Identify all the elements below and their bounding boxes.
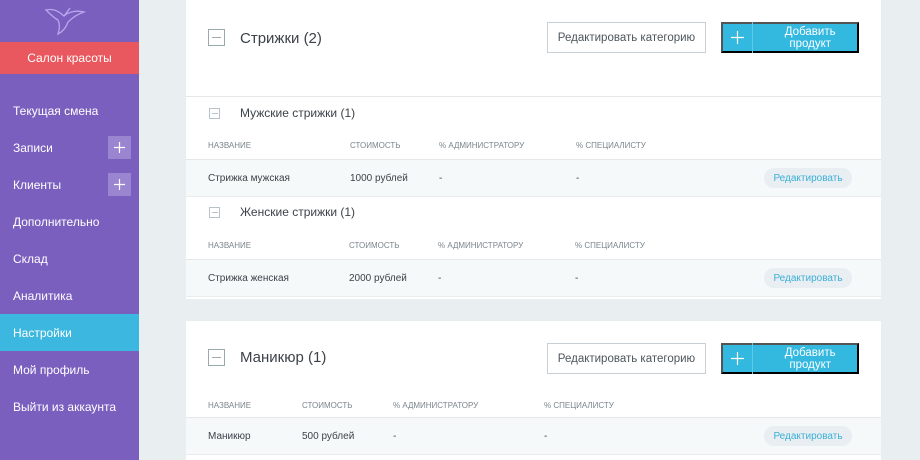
add-product-button[interactable]: Добавить продукт [721,343,859,374]
column-price: Стоимость [350,141,401,150]
column-admin-percent: % администратору [393,401,479,410]
product-admin-percent: - [393,431,397,442]
collapse-category-icon[interactable] [208,349,225,366]
hummingbird-logo-icon [40,2,88,38]
table-row: Стрижка женская 2000 рублей - - Редактир… [186,260,881,297]
column-admin-percent: % администратору [439,141,525,150]
product-price: 2000 рублей [349,273,407,284]
add-appointment-button[interactable] [108,136,131,159]
product-name: Стрижка женская [208,273,289,284]
category-title: Стрижки (2) [240,30,322,47]
category-header: Маникюр (1) Редактировать категорию Доба… [186,321,881,396]
sidebar-nav: Текущая смена Записи Клиенты Дополнитель… [0,92,139,425]
collapse-subcategory-icon[interactable] [209,207,220,218]
category-title: Маникюр (1) [240,349,327,366]
sidebar-item-label: Записи [13,140,53,155]
add-product-button[interactable]: Добавить продукт [721,22,859,53]
sidebar-item-label: Текущая смена [13,103,99,118]
product-specialist-percent: - [544,431,548,442]
add-client-button[interactable] [108,173,131,196]
edit-product-button[interactable]: Редактировать [764,426,852,446]
plus-icon [723,343,754,374]
product-name: Стрижка мужская [208,173,290,184]
column-admin-percent: % администратору [438,241,524,250]
table-header: Название Стоимость % администратору % сп… [186,230,881,260]
sidebar-item-settings[interactable]: Настройки [0,314,139,351]
sidebar-item-label: Аналитика [13,288,73,303]
subcategory-header: Мужские стрижки (1) [186,97,881,130]
table-row: Маникюр 500 рублей - - Редактировать [186,418,881,455]
column-specialist-percent: % специалисту [575,241,645,250]
column-name: Название [208,141,252,150]
product-name: Маникюр [208,431,251,442]
salon-name-banner[interactable]: Салон красоты [0,42,139,74]
table-header: Название Стоимость % администратору % сп… [186,130,881,160]
category-card-haircuts: Стрижки (2) Редактировать категорию Доба… [186,0,881,299]
table-header: Название Стоимость % администратору % сп… [186,396,881,418]
plus-icon [114,179,125,190]
sidebar-item-current-shift[interactable]: Текущая смена [0,92,139,129]
subcategory-header: Женские стрижки (1) [186,197,881,230]
sidebar-item-appointments[interactable]: Записи [0,129,139,166]
column-name: Название [208,241,252,250]
column-price: Стоимость [349,241,400,250]
collapse-category-icon[interactable] [208,29,225,46]
sidebar-item-label: Выйти из аккаунта [13,399,117,414]
sidebar-item-clients[interactable]: Клиенты [0,166,139,203]
edit-category-button[interactable]: Редактировать категорию [547,22,706,53]
column-specialist-percent: % специалисту [544,401,614,410]
column-name: Название [208,401,252,410]
product-admin-percent: - [439,173,443,184]
add-product-label: Добавить продукт [784,346,836,371]
category-header: Стрижки (2) Редактировать категорию Доба… [186,0,881,97]
product-specialist-percent: - [576,173,580,184]
sidebar-item-analytics[interactable]: Аналитика [0,277,139,314]
sidebar: Салон красоты Текущая смена Записи Клиен… [0,0,139,460]
category-card-manicure: Маникюр (1) Редактировать категорию Доба… [186,321,881,460]
sidebar-item-label: Дополнительно [13,214,100,229]
sidebar-item-label: Мой профиль [13,362,90,377]
plus-icon [114,142,125,153]
subcategory-title: Мужские стрижки (1) [240,106,356,120]
subcategory-title: Женские стрижки (1) [240,205,356,219]
product-price: 500 рублей [302,431,355,442]
sidebar-item-warehouse[interactable]: Склад [0,240,139,277]
plus-icon [723,22,754,53]
sidebar-item-my-profile[interactable]: Мой профиль [0,351,139,388]
sidebar-item-label: Настройки [13,325,72,340]
edit-product-button[interactable]: Редактировать [764,268,852,288]
product-admin-percent: - [438,273,442,284]
product-specialist-percent: - [575,273,579,284]
column-price: Стоимость [302,401,353,410]
edit-category-button[interactable]: Редактировать категорию [547,343,706,374]
table-row: Стрижка мужская 1000 рублей - - Редактир… [186,160,881,197]
product-price: 1000 рублей [350,173,408,184]
sidebar-item-additional[interactable]: Дополнительно [0,203,139,240]
sidebar-item-label: Склад [13,251,48,266]
add-product-label: Добавить продукт [784,25,836,50]
column-specialist-percent: % специалисту [576,141,646,150]
sidebar-item-label: Клиенты [13,177,62,192]
sidebar-item-logout[interactable]: Выйти из аккаунта [0,388,139,425]
collapse-subcategory-icon[interactable] [209,108,220,119]
edit-product-button[interactable]: Редактировать [764,168,852,188]
